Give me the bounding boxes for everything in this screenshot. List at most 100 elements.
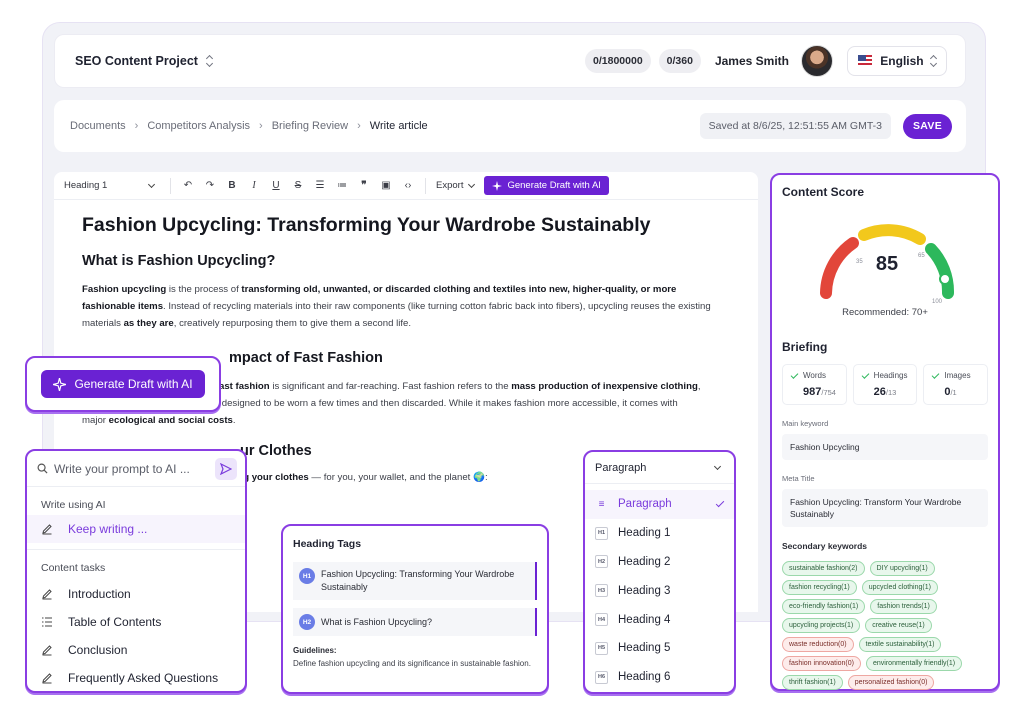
generate-draft-label: Generate Draft with AI (507, 180, 601, 191)
option-heading-3[interactable]: H3 Heading 3 (585, 576, 734, 605)
write-using-ai-label: Write using AI (41, 499, 106, 511)
editor-toolbar: Heading 1 ↶ ↷ B I U S ☰ ≔ ❞ ▣ ‹› Export … (54, 172, 758, 200)
briefing-metrics: Words 987/754 Headings 26/13 Images 0/1 (782, 364, 989, 405)
code-icon[interactable]: ‹› (397, 180, 419, 191)
paragraph-icon: ≡ (598, 498, 605, 510)
keyword-chip: textile sustainability(1) (858, 637, 942, 652)
option-heading-2[interactable]: H2 Heading 2 (585, 548, 734, 577)
sparkle-icon (492, 180, 503, 191)
save-status: Saved at 8/6/25, 12:51:55 AM GMT-3 (699, 113, 891, 139)
section-heading: What is Fashion Upcycling? (82, 253, 276, 269)
breadcrumb-briefing-review[interactable]: Briefing Review (272, 120, 348, 132)
option-heading-1[interactable]: H1 Heading 1 (585, 519, 734, 548)
block-type-select[interactable]: Paragraph (585, 452, 734, 484)
keyword-chip: waste reduction(0) (782, 637, 854, 652)
divider (27, 549, 245, 550)
underline-icon[interactable]: U (265, 180, 287, 191)
task-table-of-contents[interactable]: Table of Contents (27, 608, 245, 636)
checkmark-icon (715, 498, 725, 508)
option-label: Heading 6 (618, 671, 671, 684)
generate-draft-popup: Generate Draft with AI (25, 356, 221, 412)
task-conclusion[interactable]: Conclusion (27, 636, 245, 664)
save-button[interactable]: SAVE (903, 113, 952, 139)
keyword-chip: upcycling projects(1) (782, 618, 861, 633)
chevron-updown-icon[interactable] (206, 55, 214, 67)
keyword-chip: sustainable fashion(2) (782, 561, 865, 576)
secondary-keywords-title: Secondary keywords (782, 541, 868, 551)
option-heading-6[interactable]: H6 Heading 6 (585, 663, 734, 692)
option-paragraph[interactable]: ≡ Paragraph (585, 490, 734, 519)
option-label: Heading 4 (618, 613, 671, 626)
option-label: Heading 5 (618, 642, 671, 655)
option-label: Heading 2 (618, 555, 671, 568)
option-label: Heading 3 (618, 584, 671, 597)
strikethrough-icon[interactable]: S (287, 180, 309, 191)
generate-draft-ai-button[interactable]: Generate Draft with AI (41, 370, 205, 398)
generate-draft-button[interactable]: Generate Draft with AI (484, 176, 609, 195)
list-icon (42, 617, 52, 627)
keep-writing-item[interactable]: Keep writing ... (27, 515, 245, 543)
image-icon[interactable]: ▣ (375, 180, 397, 191)
keyword-chip: personalized fashion(0) (847, 675, 935, 690)
breadcrumb-documents[interactable]: Documents (70, 120, 126, 132)
main-keyword-field[interactable]: Fashion Upcycling (782, 434, 988, 460)
keyword-chip: eco-friendly fashion(1) (782, 599, 866, 614)
quote-icon[interactable]: ❞ (353, 180, 375, 191)
main-keyword-label: Main keyword (782, 419, 829, 428)
task-introduction[interactable]: Introduction (27, 580, 245, 608)
prompt-input[interactable] (54, 461, 215, 476)
chevron-down-icon (713, 462, 722, 470)
option-heading-4[interactable]: H4 Heading 4 (585, 605, 734, 634)
paragraph: major ecological and social costs. (82, 415, 236, 426)
option-heading-5[interactable]: H5 Heading 5 (585, 634, 734, 663)
heading-3-icon: H3 (595, 584, 608, 598)
metric-images: Images 0/1 (923, 364, 989, 405)
content-score-value: 85 (875, 253, 899, 275)
bold-icon[interactable]: B (221, 180, 243, 191)
pencil-icon (42, 589, 52, 600)
bullet-list-icon[interactable]: ☰ (309, 180, 331, 191)
keyword-chip: thrift fashion(1) (782, 675, 843, 690)
meta-title-field[interactable]: Fashion Upcycling: Transform Your Wardro… (782, 489, 988, 527)
breadcrumb: Documents › Competitors Analysis › Brief… (54, 100, 966, 152)
search-icon (37, 463, 48, 474)
keyword-chip: fashion innovation(0) (782, 656, 861, 671)
keyword-chip: upcycled clothing(1) (861, 580, 938, 595)
send-button[interactable] (215, 457, 237, 480)
meta-title-label: Meta Title (782, 474, 815, 483)
recommended-score: Recommended: 70+ (842, 307, 928, 318)
breadcrumb-competitors-analysis[interactable]: Competitors Analysis (147, 120, 250, 132)
gauge-tick-label: 100 (932, 299, 943, 305)
export-dropdown[interactable]: Export (436, 180, 476, 191)
option-label: Paragraph (618, 498, 672, 511)
breadcrumb-separator: › (259, 120, 263, 132)
heading-tag-item[interactable]: H1 Fashion Upcycling: Transforming Your … (293, 562, 537, 600)
heading-6-icon: H6 (595, 670, 608, 684)
redo-icon[interactable]: ↷ (199, 180, 221, 191)
content-score-panel: Content Score 35 65 100 85 Recommended: … (770, 173, 1000, 691)
score-gauge: 35 65 100 85 (782, 205, 992, 305)
block-style-select[interactable]: Heading 1 (64, 180, 164, 191)
heading-2-icon: H2 (595, 555, 608, 569)
project-selector[interactable]: SEO Content Project (75, 54, 198, 68)
keyword-chip: creative reuse(1) (865, 618, 932, 633)
heading-tags-panel: Heading Tags H1 Fashion Upcycling: Trans… (281, 524, 549, 694)
chevron-down-icon (468, 180, 476, 188)
heading-5-icon: H5 (595, 641, 608, 655)
block-type-dropdown: Paragraph ≡ Paragraph H1 Heading 1 H2 Heading… (583, 450, 736, 694)
undo-icon[interactable]: ↶ (177, 180, 199, 191)
task-faq[interactable]: Frequently Asked Questions (27, 664, 245, 692)
language-selector[interactable]: English (847, 46, 947, 76)
heading-tag-item[interactable]: H2 What is Fashion Upcycling? (293, 608, 537, 636)
italic-icon[interactable]: I (243, 180, 265, 191)
articles-counter: 0/360 (658, 49, 701, 73)
numbered-list-icon[interactable]: ≔ (331, 180, 353, 191)
block-type-options: ≡ Paragraph H1 Heading 1 H2 Heading 2 H3 Headin… (585, 484, 734, 692)
check-icon (931, 370, 940, 379)
pencil-icon (42, 524, 52, 535)
document-body[interactable]: Fashion Upcycling: Transforming Your War… (82, 214, 732, 486)
send-icon (220, 462, 232, 475)
avatar[interactable] (801, 45, 833, 77)
content-score-title: Content Score (782, 185, 865, 199)
chevron-updown-icon (930, 55, 936, 67)
